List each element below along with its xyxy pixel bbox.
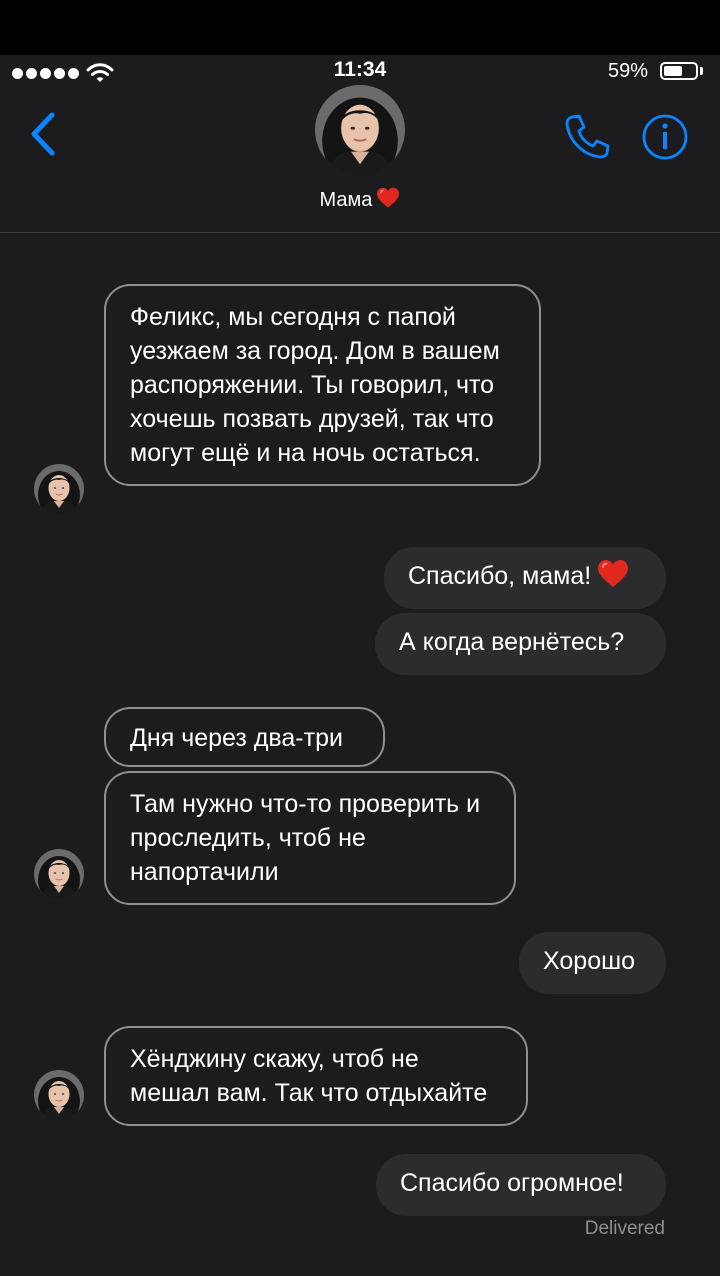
message-incoming[interactable]: Дня через два-три <box>104 707 385 767</box>
contact-avatar[interactable] <box>315 85 405 175</box>
red-heart-icon <box>376 187 400 209</box>
contact-name[interactable]: Мама <box>0 187 720 212</box>
message-outgoing[interactable]: Спасибо, мама! <box>384 547 666 609</box>
delivery-status: Delivered <box>584 1218 665 1239</box>
battery-fill <box>664 66 682 76</box>
sender-avatar <box>34 464 84 514</box>
contact-name-text: Мама <box>319 189 373 211</box>
phone-icon[interactable] <box>562 111 612 161</box>
info-icon[interactable] <box>640 111 690 161</box>
message-outgoing[interactable]: Спасибо огромное! <box>376 1154 666 1216</box>
message-incoming[interactable]: Феликс, мы сегодня с папой уезжаем за го… <box>104 284 541 486</box>
message-incoming[interactable]: Там нужно что-то проверить и проследить,… <box>104 771 516 905</box>
sender-avatar <box>34 1070 84 1120</box>
sender-avatar <box>34 849 84 899</box>
battery-cap <box>700 67 703 75</box>
message-outgoing[interactable]: А когда вернётесь? <box>375 613 666 675</box>
message-incoming[interactable]: Хёнджину скажу, чтоб не мешал вам. Так ч… <box>104 1026 528 1126</box>
message-outgoing[interactable]: Хорошо <box>519 932 666 994</box>
top-black-bar <box>0 0 720 55</box>
chevron-left-icon[interactable] <box>24 111 64 157</box>
battery-percent: 59% <box>608 60 649 82</box>
battery-icon <box>660 62 698 80</box>
red-heart-icon <box>597 559 629 589</box>
message-text: Спасибо, мама! <box>408 562 592 590</box>
